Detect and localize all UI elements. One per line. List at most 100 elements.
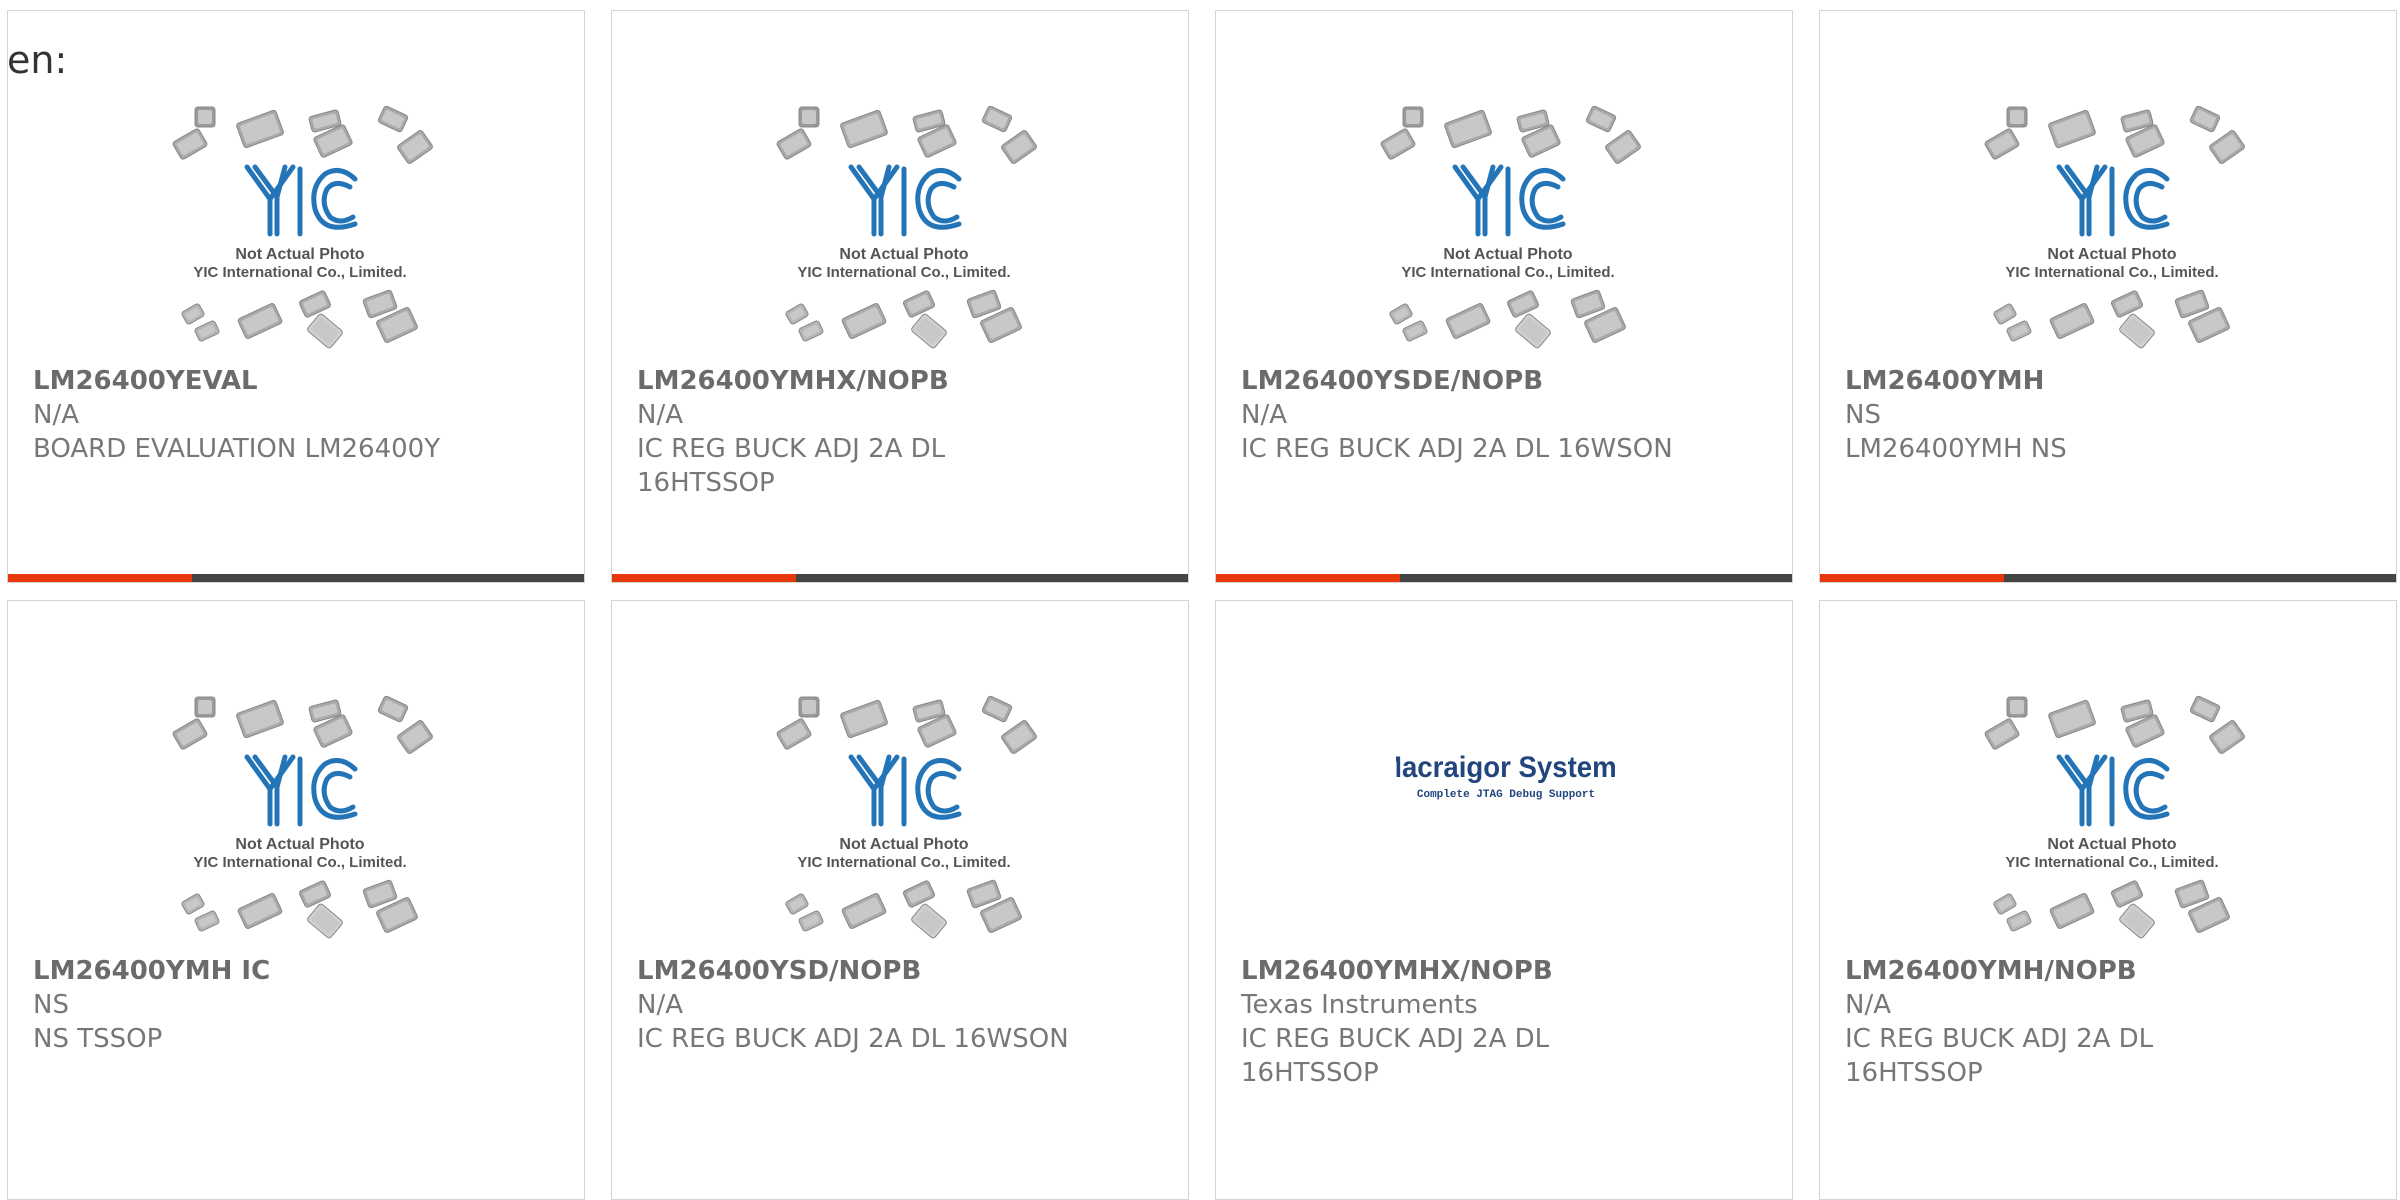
product-card[interactable]: Not Actual Photo YIC International Co., L… [611, 600, 1189, 1200]
chip-placeholder-image: Not Actual PhotoYIC International Co., L… [1984, 695, 2245, 939]
chip-shape [798, 106, 820, 128]
chip-shape [172, 128, 208, 160]
chip-shape [2049, 893, 2095, 929]
yic-logo-icon [848, 754, 962, 827]
chip-shape [307, 903, 343, 939]
chip-shape [2049, 303, 2095, 339]
placeholder-caption-2: YIC International Co., Limited. [2005, 854, 2218, 871]
chip-shape [1445, 303, 1491, 339]
chip-shape [1605, 130, 1641, 164]
chip-shape [798, 910, 824, 932]
product-card[interactable]: Not Actual Photo YIC International Co., L… [1819, 600, 2397, 1200]
chip-shape [2209, 130, 2245, 164]
part-number[interactable]: LM26400YMHX/NOPB [1241, 954, 1681, 988]
chip-shape [1001, 130, 1037, 164]
chip-shape [298, 880, 332, 908]
chip-shape [194, 320, 220, 342]
yic-logo-icon [1452, 164, 1566, 237]
manufacturer: N/A [637, 990, 683, 1020]
chip-placeholder-image: Not Actual PhotoYIC International Co., L… [776, 695, 1037, 939]
progress-bar [8, 574, 584, 582]
chip-shape [377, 105, 409, 133]
product-card[interactable]: Not Actual Photo YIC International Co., L… [1215, 10, 1793, 583]
language-label: en: [7, 38, 68, 82]
chip-shape [2119, 313, 2155, 349]
description: BOARD EVALUATION LM26400Y [33, 434, 441, 464]
manufacturer: N/A [33, 400, 79, 430]
placeholder-caption-2: YIC International Co., Limited. [2005, 264, 2218, 281]
product-card[interactable]: Not Actual Photo YIC International Co., L… [7, 600, 585, 1200]
progress-accent [1216, 574, 1401, 582]
chip-shape [172, 718, 208, 750]
part-number[interactable]: LM26400YSDE/NOPB [1241, 364, 1681, 398]
chip-shape [840, 699, 888, 739]
product-card[interactable]: Not Actual Photo YIC International Co., L… [611, 10, 1189, 583]
description: IC REG BUCK ADJ 2A DL 16WSON [1241, 434, 1673, 464]
chip-shape [2006, 320, 2032, 342]
chip-shape [1993, 893, 2017, 915]
manufacturer: NS [33, 990, 69, 1020]
manufacturer: N/A [637, 400, 683, 430]
chip-shape [911, 313, 947, 349]
placeholder-caption-1: Not Actual Photo [235, 246, 364, 263]
part-number[interactable]: LM26400YMH [1845, 364, 2285, 398]
chip-shape [2006, 106, 2028, 128]
chip-shape [1984, 718, 2020, 750]
chip-shape [1389, 303, 1413, 325]
chip-shape [785, 303, 809, 325]
chip-shape [2048, 699, 2096, 739]
part-number[interactable]: LM26400YMH/NOPB [1845, 954, 2285, 988]
chip-shape [841, 893, 887, 929]
description: IC REG BUCK ADJ 2A DL 16HTSSOP [1845, 1024, 2154, 1088]
chip-shape [1380, 128, 1416, 160]
chip-placeholder-image: Not Actual PhotoYIC International Co., L… [1380, 105, 1641, 349]
chip-shape [1585, 105, 1617, 133]
part-number[interactable]: LM26400YMH IC [33, 954, 473, 988]
chip-shape [236, 699, 284, 739]
chip-shape [776, 128, 812, 160]
macraigor-logo-tagline: Complete JTAG Debug Support [1417, 789, 1595, 801]
chip-shape [776, 718, 812, 750]
chip-shape [2006, 910, 2032, 932]
chip-shape [1444, 109, 1492, 149]
chip-shape [841, 303, 887, 339]
part-number[interactable]: LM26400YEVAL [33, 364, 473, 398]
chip-shape [840, 109, 888, 149]
chip-shape [397, 130, 433, 164]
chip-shape [194, 696, 216, 718]
description: IC REG BUCK ADJ 2A DL 16WSON [637, 1024, 1069, 1054]
chip-shape [1402, 106, 1424, 128]
chip-shape [1001, 720, 1037, 754]
placeholder-caption-1: Not Actual Photo [1443, 246, 1572, 263]
chip-shape [981, 105, 1013, 133]
manufacturer: N/A [1241, 400, 1287, 430]
chip-shape [397, 720, 433, 754]
placeholder-caption-2: YIC International Co., Limited. [193, 264, 406, 281]
chip-shape [2209, 720, 2245, 754]
chip-placeholder-image: Not Actual PhotoYIC International Co., L… [172, 105, 433, 349]
chip-shape [237, 303, 283, 339]
chip-shape [237, 893, 283, 929]
chip-shape [236, 109, 284, 149]
chip-shape [377, 695, 409, 723]
macraigor-logo-title: Macraigor Systems [1396, 751, 1616, 784]
part-number[interactable]: LM26400YSD/NOPB [637, 954, 1077, 988]
progress-accent [8, 574, 193, 582]
chip-shape [1402, 320, 1428, 342]
manufacturer: Texas Instruments [1241, 990, 1478, 1020]
manufacturer: N/A [1845, 990, 1891, 1020]
placeholder-caption-1: Not Actual Photo [2047, 246, 2176, 263]
progress-bar [612, 574, 1188, 582]
chip-shape [1993, 303, 2017, 325]
placeholder-caption-1: Not Actual Photo [839, 246, 968, 263]
product-card[interactable]: Not Actual Photo YIC International Co., L… [1819, 10, 2397, 583]
description: NS TSSOP [33, 1024, 163, 1054]
chip-shape [1506, 290, 1540, 318]
chip-shape [2006, 696, 2028, 718]
part-number[interactable]: LM26400YMHX/NOPB [637, 364, 1077, 398]
chip-shape [298, 290, 332, 318]
product-card[interactable]: Macraigor Systems Complete JTAG Debug Su… [1215, 600, 1793, 1200]
placeholder-caption-2: YIC International Co., Limited. [797, 264, 1010, 281]
product-card[interactable]: Not Actual Photo YIC International Co., L… [7, 10, 585, 583]
chip-shape [2189, 695, 2221, 723]
